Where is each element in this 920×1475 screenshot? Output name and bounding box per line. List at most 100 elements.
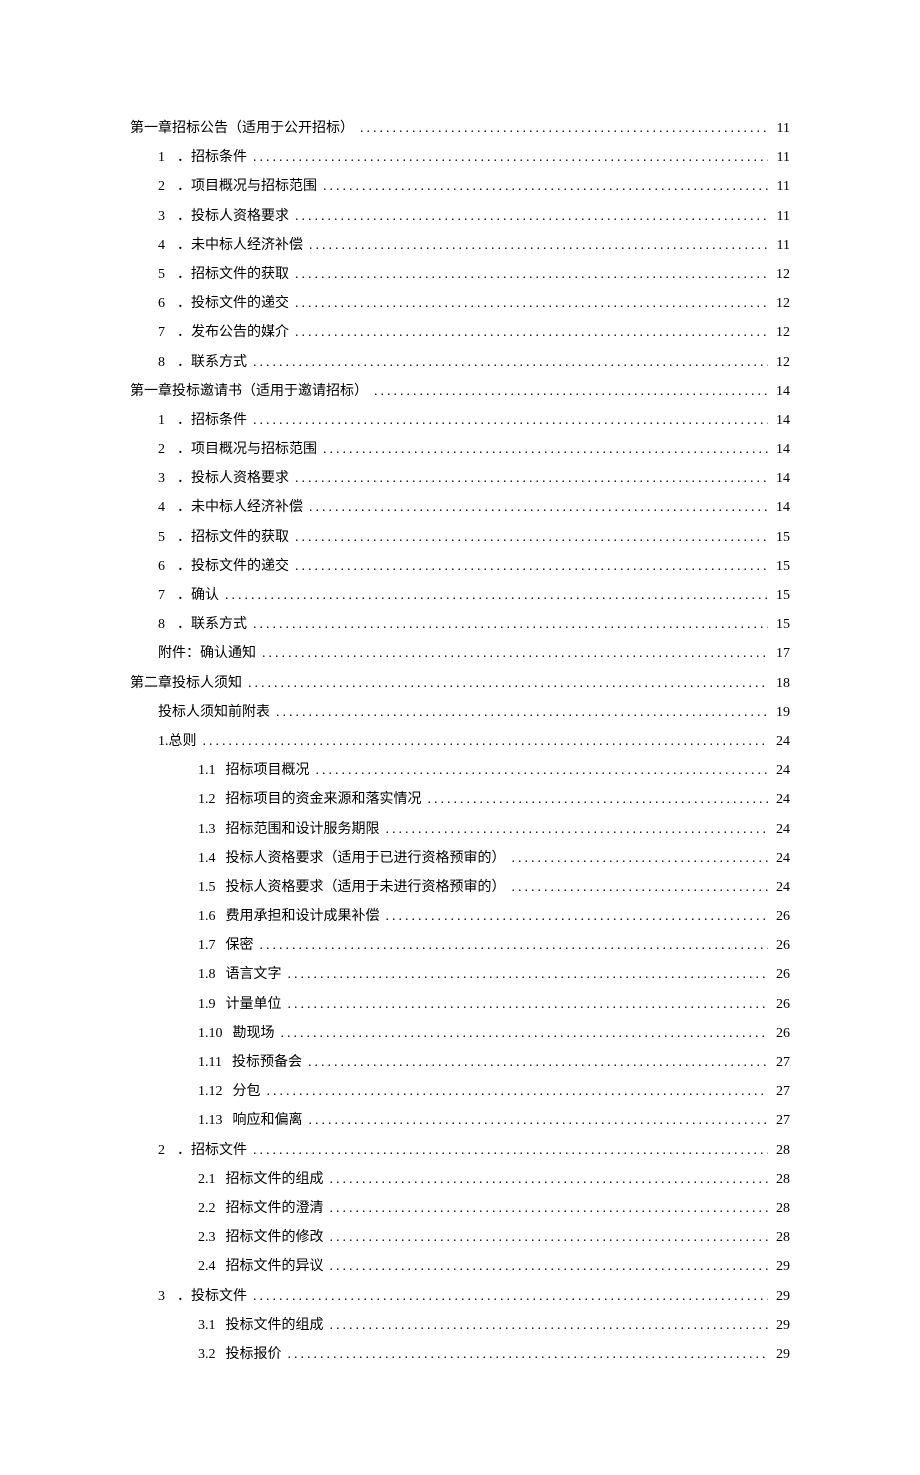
toc-entry: 8．联系方式12 — [158, 354, 790, 372]
toc-leader-dots — [276, 704, 768, 722]
toc-entry-page: 24 — [770, 791, 790, 809]
toc-entry-label: 第一章招标公告（适用于公开招标） — [130, 120, 354, 138]
toc-entry-label: 投标报价 — [226, 1346, 282, 1364]
toc-entry-label: ．招标条件 — [177, 412, 247, 430]
toc-entry-page: 14 — [770, 441, 790, 459]
toc-leader-dots — [309, 1112, 769, 1130]
toc-entry-label: ．投标人资格要求 — [177, 470, 289, 488]
toc-entry-page: 26 — [770, 908, 790, 926]
toc-entry-number: 2.4 — [198, 1258, 216, 1276]
toc-entry-page: 24 — [770, 850, 790, 868]
toc-leader-dots — [330, 1229, 769, 1247]
toc-leader-dots — [203, 733, 769, 751]
toc-entry-page: 11 — [770, 208, 790, 226]
toc-entry-label: 分包 — [233, 1083, 261, 1101]
toc-entry-number: 1.13 — [198, 1112, 223, 1130]
toc-entry-number: 6 — [158, 558, 165, 576]
toc-entry: 1.总则24 — [158, 733, 790, 751]
toc-entry: 附件：确认通知17 — [158, 645, 790, 663]
toc-entry: 3．投标文件29 — [158, 1288, 790, 1306]
toc-entry: 5．招标文件的获取15 — [158, 529, 790, 547]
toc-leader-dots — [330, 1171, 769, 1189]
toc-leader-dots — [512, 879, 769, 897]
toc-entry-label: ．确认 — [177, 587, 219, 605]
toc-entry-page: 14 — [770, 383, 790, 401]
toc-leader-dots — [253, 149, 768, 167]
toc-entry: 2.2招标文件的澄清28 — [198, 1200, 790, 1218]
toc-entry-page: 28 — [770, 1200, 790, 1218]
toc-entry-label: 招标项目的资金来源和落实情况 — [226, 791, 422, 809]
toc-leader-dots — [295, 295, 768, 313]
toc-entry-page: 15 — [770, 587, 790, 605]
toc-entry-page: 26 — [770, 1025, 790, 1043]
toc-entry-page: 28 — [770, 1142, 790, 1160]
toc-entry: 1.11 投标预备会27 — [198, 1054, 790, 1072]
toc-entry-page: 18 — [770, 675, 790, 693]
toc-entry-page: 26 — [770, 966, 790, 984]
toc-leader-dots — [309, 499, 768, 517]
toc-leader-dots — [288, 966, 769, 984]
toc-entry: 1.13 响应和偏离27 — [198, 1112, 790, 1130]
toc-entry: 2.1招标文件的组成28 — [198, 1171, 790, 1189]
toc-entry-page: 14 — [770, 412, 790, 430]
toc-entry-page: 12 — [770, 266, 790, 284]
toc-leader-dots — [248, 675, 768, 693]
toc-entry-label: 附件：确认通知 — [158, 645, 256, 663]
toc-entry-number: 4 — [158, 237, 165, 255]
toc-entry: 1.4投标人资格要求（适用于已进行资格预审的）24 — [198, 850, 790, 868]
toc-entry-number: 1.6 — [198, 908, 216, 926]
toc-entry-page: 14 — [770, 470, 790, 488]
toc-entry-label: ．投标文件的递交 — [177, 295, 289, 313]
toc-entry-number: 1.1 — [198, 762, 216, 780]
toc-leader-dots — [295, 558, 768, 576]
toc-entry: 2.3招标文件的修改28 — [198, 1229, 790, 1247]
toc-entry-page: 14 — [770, 499, 790, 517]
toc-entry: 1.9计量单位26 — [198, 996, 790, 1014]
toc-entry-label: ．招标条件 — [177, 149, 247, 167]
table-of-contents: 第一章招标公告（适用于公开招标）111．招标条件112．项目概况与招标范围113… — [130, 120, 790, 1375]
toc-entry-page: 24 — [770, 762, 790, 780]
toc-entry: 2．招标文件28 — [158, 1142, 790, 1160]
toc-leader-dots — [225, 587, 768, 605]
toc-entry: 1.7保密26 — [198, 937, 790, 955]
toc-entry-label: ．投标人资格要求 — [177, 208, 289, 226]
toc-entry-number: 1.4 — [198, 850, 216, 868]
toc-entry-label: ．招标文件 — [177, 1142, 247, 1160]
toc-entry-number: 1.5 — [198, 879, 216, 897]
toc-entry-page: 11 — [770, 178, 790, 196]
toc-leader-dots — [295, 470, 768, 488]
toc-entry-label: ．未中标人经济补偿 — [177, 237, 303, 255]
toc-entry: 投标人须知前附表19 — [158, 704, 790, 722]
toc-entry-page: 12 — [770, 324, 790, 342]
toc-entry-page: 26 — [770, 996, 790, 1014]
toc-entry: 1.8语言文字26 — [198, 966, 790, 984]
toc-entry-label: 投标文件的组成 — [226, 1317, 324, 1335]
toc-entry: 1.5投标人资格要求（适用于未进行资格预审的）24 — [198, 879, 790, 897]
toc-entry-label: 招标文件的澄清 — [226, 1200, 324, 1218]
toc-leader-dots — [260, 937, 769, 955]
toc-leader-dots — [288, 1346, 769, 1364]
toc-entry-page: 19 — [770, 704, 790, 722]
toc-entry-label: ．未中标人经济补偿 — [177, 499, 303, 517]
toc-leader-dots — [309, 237, 768, 255]
toc-entry: 3．投标人资格要求14 — [158, 470, 790, 488]
toc-leader-dots — [428, 791, 769, 809]
toc-leader-dots — [281, 1025, 769, 1043]
toc-entry: 第一章招标公告（适用于公开招标）11 — [130, 120, 790, 138]
toc-leader-dots — [295, 266, 768, 284]
toc-entry: 6 ．投标文件的递交 15 — [158, 558, 790, 576]
toc-entry-page: 11 — [770, 149, 790, 167]
toc-entry-page: 15 — [770, 558, 790, 576]
toc-entry-number: 7 — [158, 324, 165, 342]
toc-entry-label: 投标预备会 — [232, 1054, 302, 1072]
toc-entry: 4 ．未中标人经济补偿 14 — [158, 499, 790, 517]
toc-entry-label: ．投标文件的递交 — [177, 558, 289, 576]
toc-entry-page: 24 — [770, 879, 790, 897]
toc-entry-number: 4 — [158, 499, 165, 517]
toc-leader-dots — [323, 441, 768, 459]
toc-entry-label: 保密 — [226, 937, 254, 955]
toc-leader-dots — [253, 1288, 768, 1306]
toc-entry-number: 1.12 — [198, 1083, 223, 1101]
toc-entry-page: 24 — [770, 821, 790, 839]
toc-leader-dots — [267, 1083, 769, 1101]
